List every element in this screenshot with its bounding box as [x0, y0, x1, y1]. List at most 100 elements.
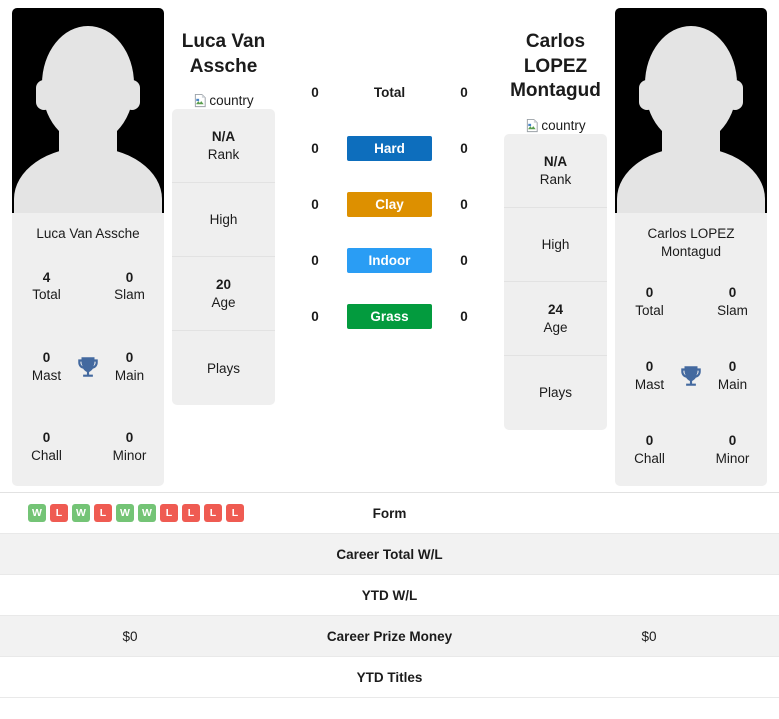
right-grass-wins: 0 — [460, 308, 468, 324]
right-titles-total: 0 Total — [635, 284, 664, 319]
left-player-titles-grid: 4 Total 0 Slam 0 Mast 0 Main 0 Chall 0 M… — [12, 243, 164, 486]
avatar-silhouette-body — [14, 147, 162, 213]
right-player-card: Carlos LOPEZ Montagud 0 Total 0 Slam 0 M… — [615, 8, 767, 486]
left-titles-chall-value: 0 — [42, 430, 51, 446]
avatar-silhouette-body — [617, 147, 765, 213]
left-titles-mast: 0 Mast — [32, 349, 61, 384]
left-titles-minor-label: Minor — [112, 447, 147, 463]
career-prize-money-right: $0 — [641, 628, 657, 644]
avatar-silhouette-ear-right — [727, 80, 743, 110]
right-player-photo-caption: Carlos LOPEZ Montagud — [647, 226, 735, 260]
right-titles-chall: 0 Chall — [634, 432, 665, 467]
right-country-flag: country — [525, 116, 586, 134]
left-titles-chall: 0 Chall — [31, 429, 62, 464]
avatar-silhouette-ear-left — [639, 80, 655, 110]
left-player-info-column: Luca Van Assche country N/A Rank High 20… — [172, 8, 275, 406]
avatar-silhouette-ear-left — [36, 80, 52, 110]
table-row: YTD Titles — [0, 657, 779, 698]
career-prize-money-left: $0 — [122, 628, 138, 644]
right-indoor-wins: 0 — [460, 252, 468, 268]
row-label-ytd-wl: YTD W/L — [361, 587, 418, 603]
left-titles-mast-value: 0 — [42, 350, 51, 366]
left-player-card: Luca Van Assche 4 Total 0 Slam 0 Mast 0 — [12, 8, 164, 486]
right-titles-main-value: 0 — [728, 359, 737, 375]
form-badge-win: W — [138, 504, 156, 522]
surface-row-total: 0 Total 0 — [283, 64, 496, 120]
form-badge-win: W — [116, 504, 134, 522]
right-titles-minor: 0 Minor — [716, 432, 750, 467]
table-row: WLWLWWLLLL Form — [0, 493, 779, 534]
right-plays-card: Plays — [504, 356, 607, 431]
left-titles-total-label: Total — [32, 287, 61, 303]
right-titles-mast: 0 Mast — [635, 358, 664, 393]
surface-label-total: Total — [373, 84, 406, 100]
right-titles-slam: 0 Slam — [717, 284, 748, 319]
surface-label-hard: Hard — [347, 135, 432, 161]
right-titles-chall-value: 0 — [645, 433, 654, 449]
left-age-value: 20 — [215, 277, 232, 293]
comparison-stats-table: WLWLWWLLLL Form Career Total W/L YTD W/L… — [0, 492, 779, 698]
row-label-ytd-titles: YTD Titles — [356, 669, 423, 685]
table-row: Career Total W/L — [0, 534, 779, 575]
left-player-name: Luca Van Assche — [164, 30, 284, 79]
form-badge-win: W — [72, 504, 90, 522]
right-player-titles-grid: 0 Total 0 Slam 0 Mast 0 Main 0 Chall 0 M… — [615, 261, 767, 486]
left-clay-wins: 0 — [311, 196, 319, 212]
left-titles-main-value: 0 — [125, 350, 134, 366]
trophy-icon — [73, 354, 103, 380]
left-high-card: High — [172, 183, 275, 258]
left-age-card: 20 Age — [172, 257, 275, 332]
left-titles-main: 0 Main — [115, 349, 144, 384]
right-plays-label: Plays — [538, 385, 572, 401]
left-player-name-line1: Luca Van — [181, 31, 266, 52]
form-badge-win: W — [28, 504, 46, 522]
right-high-label: High — [541, 236, 570, 252]
left-titles-chall-label: Chall — [31, 447, 62, 463]
right-rank-value: N/A — [543, 154, 568, 170]
left-country-flag: country — [193, 91, 254, 109]
form-left-cell: WLWLWWLLLL — [0, 504, 260, 522]
left-country-alt-text: country — [209, 92, 254, 108]
row-label-career-total-wl: Career Total W/L — [336, 546, 443, 562]
form-badge-loss: L — [226, 504, 244, 522]
left-grass-wins: 0 — [311, 308, 319, 324]
right-high-card: High — [504, 208, 607, 283]
left-rank-label: Rank — [207, 146, 240, 162]
left-plays-label: Plays — [206, 360, 240, 376]
left-form-badges: WLWLWWLLLL — [10, 504, 250, 522]
form-badge-loss: L — [182, 504, 200, 522]
right-titles-mast-value: 0 — [645, 359, 654, 375]
right-titles-minor-value: 0 — [728, 433, 737, 449]
left-plays-card: Plays — [172, 331, 275, 406]
right-player-info-column: Carlos LOPEZ Montagud country N/A Rank H… — [504, 8, 607, 431]
left-titles-mast-label: Mast — [31, 367, 62, 383]
left-titles-slam-value: 0 — [125, 269, 134, 285]
left-rank-value: N/A — [211, 129, 236, 145]
right-country-alt-text: country — [541, 117, 586, 133]
form-badge-loss: L — [94, 504, 112, 522]
left-hard-wins: 0 — [311, 140, 319, 156]
left-titles-slam-label: Slam — [114, 287, 145, 303]
right-rank-label: Rank — [539, 171, 572, 187]
surface-row-hard: 0 Hard 0 — [283, 120, 496, 176]
form-badge-loss: L — [160, 504, 178, 522]
right-player-name-line1: Carlos LOPEZ — [523, 31, 588, 77]
right-titles-main-label: Main — [717, 376, 748, 392]
right-titles-slam-label: Slam — [717, 302, 748, 318]
right-info-cards: N/A Rank High 24 Age Plays — [504, 134, 607, 431]
left-age-label: Age — [211, 294, 236, 310]
right-titles-main: 0 Main — [718, 358, 747, 393]
left-titles-total: 4 Total — [32, 269, 61, 304]
right-titles-chall-label: Chall — [634, 450, 665, 466]
table-row: $0 Career Prize Money $0 — [0, 616, 779, 657]
right-hard-wins: 0 — [460, 140, 468, 156]
left-titles-minor: 0 Minor — [113, 429, 147, 464]
left-indoor-wins: 0 — [311, 252, 319, 268]
right-age-card: 24 Age — [504, 282, 607, 357]
right-titles-total-label: Total — [635, 302, 664, 318]
surface-row-indoor: 0 Indoor 0 — [283, 232, 496, 288]
right-player-photo — [615, 8, 767, 213]
right-titles-minor-label: Minor — [715, 450, 750, 466]
surface-comparison: 0 Total 0 0 Hard 0 0 Clay 0 0 Indoor 0 0… — [283, 8, 496, 344]
right-titles-mast-label: Mast — [634, 376, 665, 392]
